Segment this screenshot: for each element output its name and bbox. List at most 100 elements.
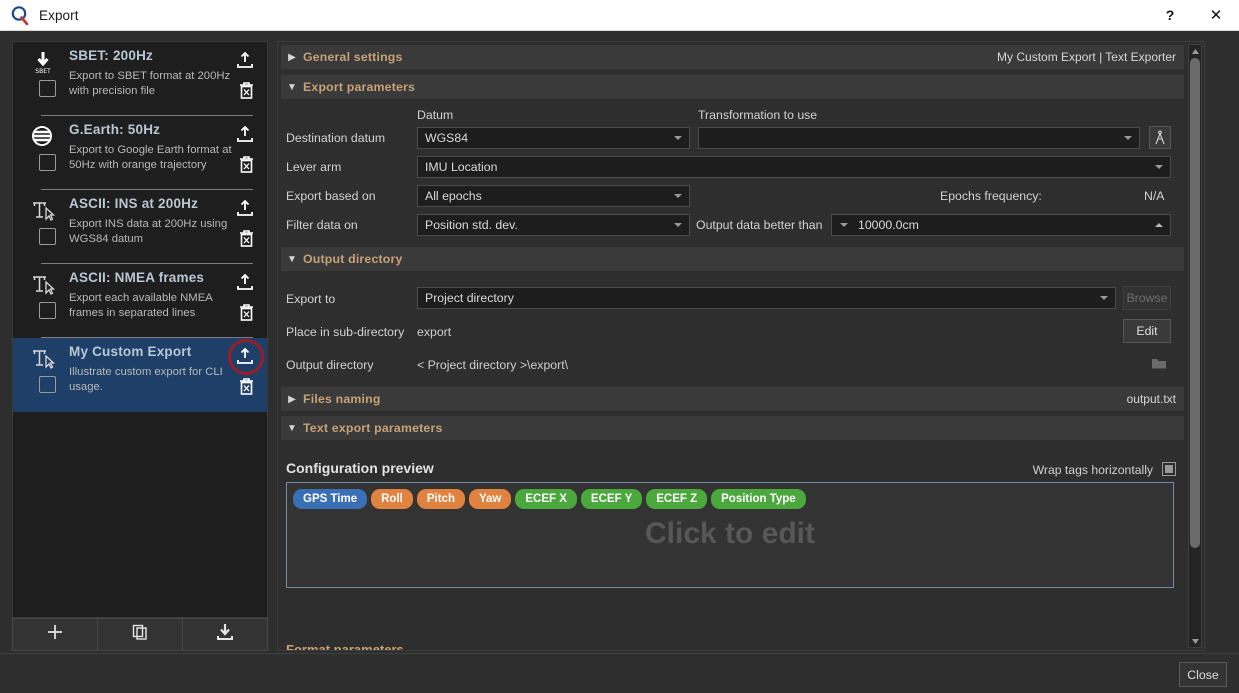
row-lever-arm: Lever arm IMU Location [278, 154, 1189, 183]
scroll-up-icon[interactable] [1189, 45, 1201, 57]
chevron-down-icon: ▼ [287, 422, 297, 434]
transformation-select[interactable] [698, 127, 1140, 149]
section-label: Text export parameters [303, 421, 443, 435]
list-item-title: SBET: 200Hz [69, 48, 153, 63]
plus-icon [46, 623, 64, 646]
section-general-settings[interactable]: ▶ General settings My Custom Export | Te… [281, 45, 1184, 69]
scroll-down-icon[interactable] [1189, 635, 1201, 647]
upload-icon[interactable] [235, 125, 255, 143]
destination-datum-label: Destination datum [286, 131, 386, 145]
trash-icon[interactable] [238, 81, 255, 100]
section-export-parameters[interactable]: ▼ Export parameters [281, 75, 1184, 99]
edit-button[interactable]: Edit [1123, 319, 1171, 343]
section-label: General settings [303, 50, 403, 64]
settings-panel: ▶ General settings My Custom Export | Te… [277, 41, 1205, 651]
folder-icon[interactable] [1151, 356, 1167, 375]
tag-roll[interactable]: Roll [371, 489, 413, 509]
tag-position-type[interactable]: Position Type [711, 489, 806, 509]
configuration-preview-box[interactable]: GPS Time Roll Pitch Yaw ECEF X ECEF Y EC… [286, 482, 1174, 588]
tag-gps-time[interactable]: GPS Time [293, 489, 368, 509]
download-icon [215, 623, 235, 646]
filter-data-on-value: Position std. dev. [425, 218, 518, 232]
tag-ecef-z[interactable]: ECEF Z [646, 489, 708, 509]
section-output-directory[interactable]: ▼ Output directory [281, 247, 1184, 271]
upload-icon[interactable] [235, 273, 255, 291]
tag-yaw[interactable]: Yaw [468, 489, 512, 509]
export-to-value: Project directory [425, 291, 514, 305]
list-item-description: Export to SBET format at 200Hz with prec… [69, 70, 231, 97]
export-to-select[interactable]: Project directory [417, 287, 1116, 309]
list-item-title: G.Earth: 50Hz [69, 122, 161, 137]
trash-icon[interactable] [238, 377, 255, 396]
help-button[interactable]: ? [1147, 0, 1193, 31]
highlight-ring [228, 339, 264, 375]
epochs-frequency-value: N/A [1144, 189, 1165, 203]
list-item-title: ASCII: NMEA frames [69, 270, 205, 285]
close-button[interactable]: Close [1179, 662, 1227, 687]
duplicate-export-button[interactable] [98, 618, 183, 651]
tag-ecef-y[interactable]: ECEF Y [580, 489, 643, 509]
chevron-down-icon [1100, 296, 1108, 300]
list-item[interactable]: G.Earth: 50Hz Export to Google Earth for… [13, 116, 267, 190]
list-item-checkbox[interactable] [39, 302, 56, 319]
lever-arm-select[interactable]: IMU Location [417, 156, 1171, 178]
wrap-tags-checkbox[interactable] [1162, 462, 1176, 476]
list-item-checkbox[interactable] [39, 376, 56, 393]
list-item-description: Export to Google Earth format at 50Hz wi… [69, 144, 232, 171]
row-export-to: Export to Project directory Browse [278, 286, 1189, 315]
upload-icon[interactable] [235, 199, 255, 217]
list-item-checkbox[interactable] [39, 228, 56, 245]
section-text-export-parameters[interactable]: ▼ Text export parameters [281, 416, 1184, 440]
list-item-checkbox[interactable] [39, 154, 56, 171]
browse-button[interactable]: Browse [1123, 286, 1171, 310]
filter-data-on-select[interactable]: Position std. dev. [417, 214, 690, 236]
dialog-body: SBET SBET: 200Hz Export to SBET format a… [0, 31, 1239, 693]
tag-pitch[interactable]: Pitch [416, 489, 465, 509]
output-better-than-label: Output data better than [696, 218, 823, 232]
chevron-down-icon[interactable] [840, 223, 848, 227]
list-item[interactable]: ASCII: INS at 200Hz Export INS data at 2… [13, 190, 267, 264]
output-better-than-input[interactable]: 10000.0cm [831, 214, 1171, 236]
list-item[interactable]: ASCII: NMEA frames Export each available… [13, 264, 267, 338]
export-based-on-label: Export based on [286, 189, 376, 203]
close-icon[interactable]: ✕ [1193, 0, 1239, 31]
panel-scrollbar[interactable] [1188, 44, 1202, 648]
spinner-up-icon[interactable] [1155, 223, 1163, 227]
section-label: Output directory [303, 252, 403, 266]
row-export-based-on: Export based on All epochs Epochs freque… [278, 183, 1189, 212]
list-item-checkbox[interactable] [39, 80, 56, 97]
list-item-my-custom-export[interactable]: My Custom Export Illustrate custom expor… [13, 338, 267, 412]
chevron-right-icon: ▶ [288, 393, 296, 405]
tag-ecef-x[interactable]: ECEF X [515, 489, 577, 509]
configuration-preview-title: Configuration preview [286, 460, 434, 476]
trash-icon[interactable] [238, 229, 255, 248]
sbet-download-icon: SBET [29, 50, 57, 76]
compass-divider-icon[interactable] [1149, 126, 1171, 149]
chevron-down-icon: ▼ [287, 253, 297, 265]
destination-datum-select[interactable]: WGS84 [417, 127, 690, 149]
general-settings-summary: My Custom Export | Text Exporter [997, 50, 1176, 64]
row-output-directory: Output directory < Project directory >\e… [278, 352, 1189, 381]
trash-icon[interactable] [238, 155, 255, 174]
export-based-on-select[interactable]: All epochs [417, 185, 690, 207]
list-item[interactable]: SBET SBET: 200Hz Export to SBET format a… [13, 42, 267, 116]
trash-icon[interactable] [238, 303, 255, 322]
list-item-description: Illustrate custom export for CLI usage. [69, 366, 223, 393]
chevron-down-icon [674, 136, 682, 140]
column-header-datum: Datum [417, 108, 454, 122]
click-to-edit-placeholder[interactable]: Click to edit [287, 517, 1173, 551]
filter-data-on-label: Filter data on [286, 218, 358, 232]
list-item-title: My Custom Export [69, 344, 192, 359]
window-controls: ? ✕ [1147, 0, 1239, 31]
import-export-button[interactable] [183, 618, 268, 651]
files-naming-summary: output.txt [1126, 392, 1176, 406]
wrap-tags-label: Wrap tags horizontally [1032, 463, 1153, 477]
app-logo-icon [10, 5, 30, 26]
upload-icon[interactable] [235, 51, 255, 69]
add-export-button[interactable] [12, 618, 98, 651]
export-to-label: Export to [286, 292, 336, 306]
section-files-naming[interactable]: ▶ Files naming output.txt [281, 387, 1184, 411]
section-label: Files naming [303, 392, 381, 406]
list-item-title: ASCII: INS at 200Hz [69, 196, 199, 211]
scrollbar-thumb[interactable] [1190, 58, 1200, 548]
